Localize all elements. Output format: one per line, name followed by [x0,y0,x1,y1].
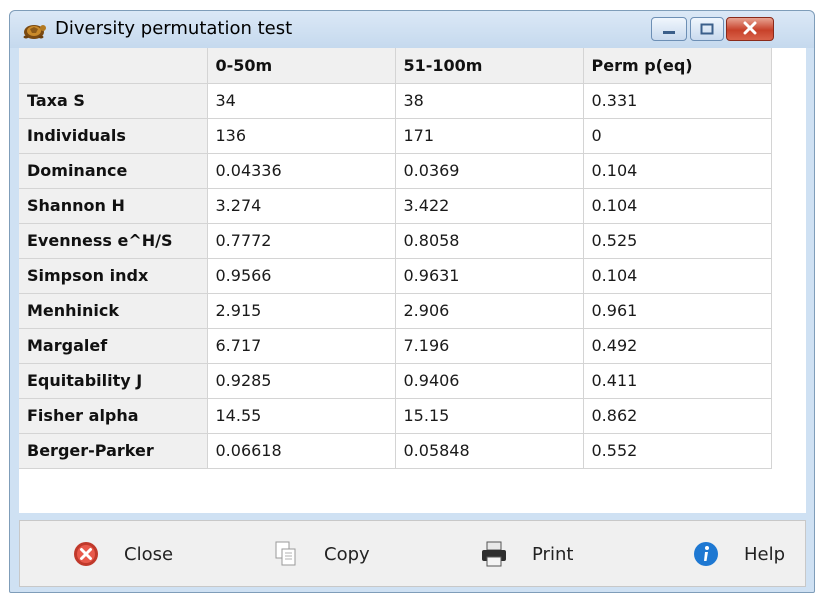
table-cell[interactable]: 171 [395,118,584,154]
table-header-row: 0-50m 51-100m Perm p(eq) [19,48,772,84]
row-header[interactable]: Simpson indx [19,258,208,294]
info-icon [692,540,720,568]
table-cell[interactable]: 0.104 [583,153,772,189]
table-cell[interactable]: 0.0369 [395,153,584,189]
table-cell[interactable]: 0.104 [583,188,772,224]
row-header[interactable]: Berger-Parker [19,433,208,469]
table-cell[interactable]: 38 [395,83,584,119]
row-header[interactable]: Dominance [19,153,208,189]
table-cell[interactable]: 0 [583,118,772,154]
close-x-icon [742,20,758,39]
copy-button-label: Copy [324,543,370,565]
table-row: Simpson indx 0.9566 0.9631 0.104 [19,258,772,294]
table-row: Shannon H 3.274 3.422 0.104 [19,188,772,224]
table-cell[interactable]: 0.9406 [395,363,584,399]
table-cell[interactable]: 0.552 [583,433,772,469]
minimize-button[interactable] [651,17,687,41]
table-cell[interactable]: 0.8058 [395,223,584,259]
title-bar[interactable]: Diversity permutation test [10,11,814,48]
close-button[interactable]: Close [72,535,173,573]
row-header[interactable]: Margalef [19,328,208,364]
printer-icon [480,540,508,568]
turtle-icon [22,20,46,40]
button-bar: Close Copy Print Help [19,520,806,587]
dialog-window: Diversity permutation test 0-50m 51-100m… [9,10,815,593]
row-header[interactable]: Evenness e^H/S [19,223,208,259]
help-button-label: Help [744,543,786,565]
row-header[interactable]: Taxa S [19,83,208,119]
table-cell[interactable]: 2.906 [395,293,584,329]
table-row: Berger-Parker 0.06618 0.05848 0.552 [19,433,772,469]
table-row: Margalef 6.717 7.196 0.492 [19,328,772,364]
table-row: Individuals 136 171 0 [19,118,772,154]
print-button-label: Print [532,543,574,565]
copy-icon [272,540,300,568]
window-title: Diversity permutation test [55,18,293,39]
table-cell[interactable]: 2.915 [207,293,396,329]
table-row: Fisher alpha 14.55 15.15 0.862 [19,398,772,434]
table-cell[interactable]: 0.9285 [207,363,396,399]
table-cell[interactable]: 0.862 [583,398,772,434]
table-row: Dominance 0.04336 0.0369 0.104 [19,153,772,189]
table-row: Menhinick 2.915 2.906 0.961 [19,293,772,329]
table-cell[interactable]: 0.961 [583,293,772,329]
table-row: Equitability J 0.9285 0.9406 0.411 [19,363,772,399]
table-cell[interactable]: 6.717 [207,328,396,364]
column-header[interactable]: 0-50m [207,48,396,84]
table-cell[interactable]: 0.7772 [207,223,396,259]
corner-cell[interactable] [19,48,208,84]
table-cell[interactable]: 34 [207,83,396,119]
copy-button[interactable]: Copy [272,535,370,573]
table-cell[interactable]: 3.422 [395,188,584,224]
column-header[interactable]: Perm p(eq) [583,48,772,84]
table-cell[interactable]: 0.04336 [207,153,396,189]
results-panel: 0-50m 51-100m Perm p(eq) Taxa S 34 38 0.331 Ind… [19,48,806,513]
table-cell[interactable]: 0.525 [583,223,772,259]
window-close-button[interactable] [726,17,774,41]
row-header[interactable]: Fisher alpha [19,398,208,434]
table-row: Evenness e^H/S 0.7772 0.8058 0.525 [19,223,772,259]
table-cell[interactable]: 0.05848 [395,433,584,469]
table-cell[interactable]: 0.492 [583,328,772,364]
table-cell[interactable]: 136 [207,118,396,154]
table-cell[interactable]: 0.331 [583,83,772,119]
results-table: 0-50m 51-100m Perm p(eq) Taxa S 34 38 0.331 Ind… [19,48,772,469]
table-cell[interactable]: 0.06618 [207,433,396,469]
table-cell[interactable]: 0.411 [583,363,772,399]
table-cell[interactable]: 7.196 [395,328,584,364]
maximize-icon [700,20,714,39]
close-button-label: Close [124,543,174,565]
row-header[interactable]: Shannon H [19,188,208,224]
table-cell[interactable]: 0.104 [583,258,772,294]
help-button[interactable]: Help [692,535,785,573]
table-cell[interactable]: 14.55 [207,398,396,434]
close-circle-icon [72,540,100,568]
table-cell[interactable]: 3.274 [207,188,396,224]
row-header[interactable]: Equitability J [19,363,208,399]
column-header[interactable]: 51-100m [395,48,584,84]
row-header[interactable]: Individuals [19,118,208,154]
row-header[interactable]: Menhinick [19,293,208,329]
table-cell[interactable]: 0.9631 [395,258,584,294]
table-row: Taxa S 34 38 0.331 [19,83,772,119]
print-button[interactable]: Print [480,535,573,573]
table-cell[interactable]: 15.15 [395,398,584,434]
table-cell[interactable]: 0.9566 [207,258,396,294]
maximize-button[interactable] [690,17,724,41]
minimize-icon [662,20,676,39]
